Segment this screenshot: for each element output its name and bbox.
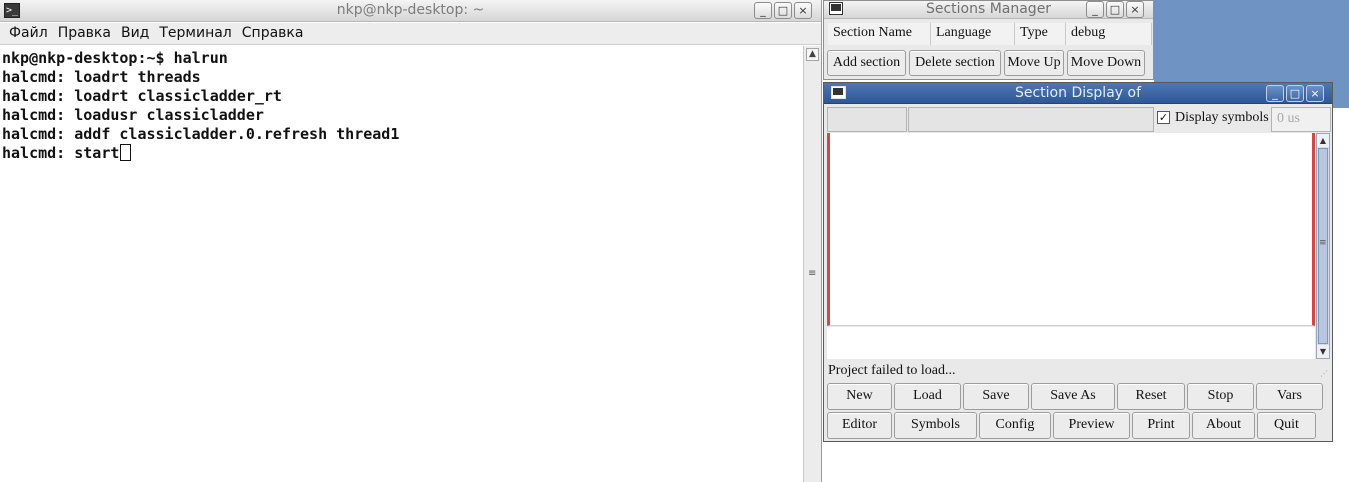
terminal-line-text: halcmd: start (2, 144, 120, 162)
maximize-button[interactable]: □ (1286, 85, 1304, 102)
reset-button[interactable]: Reset (1117, 383, 1185, 410)
new-button[interactable]: New (827, 383, 892, 410)
main-button-row-2: Editor Symbols Config Preview Print Abou… (827, 412, 1316, 439)
column-section-name[interactable]: Section Name (828, 23, 931, 45)
main-button-row-1: New Load Save Save As Reset Stop Vars (827, 383, 1323, 410)
ladder-scrollbar[interactable]: ▲ ≡ ▼ (1316, 133, 1330, 359)
terminal-scrollbar[interactable]: ▲ ≡ (803, 46, 821, 482)
editor-button[interactable]: Editor (827, 412, 892, 439)
print-button[interactable]: Print (1132, 412, 1190, 439)
terminal-line: halcmd: addf classicladder.0.refresh thr… (2, 125, 400, 143)
terminal-line: halcmd: loadrt threads (2, 68, 201, 86)
delete-section-button[interactable]: Delete section (909, 50, 1001, 76)
display-symbols-label: Display symbols (1175, 110, 1269, 125)
terminal-window: >_ nkp@nkp-desktop: ~ _ □ × Файл Правка … (0, 0, 822, 482)
add-section-button[interactable]: Add section (827, 50, 906, 76)
section-selector[interactable] (827, 107, 907, 132)
scroll-grip-icon: ≡ (1319, 238, 1327, 248)
minimize-button[interactable]: _ (1266, 85, 1284, 102)
terminal-title: nkp@nkp-desktop: ~ (336, 2, 485, 18)
menu-edit[interactable]: Правка (53, 23, 116, 44)
section-display-window: Section Display of _ □ × ✓ Display symbo… (823, 82, 1333, 442)
sections-table-header: Section Name Language Type debug (828, 23, 1152, 45)
section-display-title: Section Display of (1014, 85, 1141, 101)
scroll-grip-icon: ≡ (808, 268, 817, 279)
terminal-menubar: Файл Правка Вид Терминал Справка (0, 23, 821, 45)
scroll-up-arrow-icon[interactable]: ▲ (806, 48, 819, 61)
scroll-up-arrow-icon[interactable]: ▲ (1317, 134, 1329, 147)
menu-file[interactable]: Файл (4, 23, 53, 44)
close-button[interactable]: × (1306, 85, 1324, 102)
save-button[interactable]: Save (963, 383, 1029, 410)
column-language[interactable]: Language (931, 23, 1015, 45)
move-down-button[interactable]: Move Down (1067, 50, 1145, 76)
symbols-button[interactable]: Symbols (894, 412, 977, 439)
ladder-canvas-lower (827, 327, 1315, 359)
section-display-titlebar[interactable]: Section Display of _ □ × (824, 83, 1332, 104)
display-symbols-checkbox[interactable]: ✓ (1157, 111, 1170, 124)
move-up-button[interactable]: Move Up (1004, 50, 1064, 76)
scroll-down-arrow-icon[interactable]: ▼ (1317, 345, 1329, 358)
terminal-line: halcmd: loadrt classicladder_rt (2, 87, 282, 105)
maximize-button[interactable]: □ (1106, 1, 1124, 18)
scan-time-field: 0 us (1271, 107, 1331, 132)
resize-grip-icon[interactable]: ⋰ (1320, 369, 1328, 378)
minimize-button[interactable]: _ (1086, 1, 1104, 18)
minimize-button[interactable]: _ (754, 2, 772, 19)
menu-view[interactable]: Вид (116, 23, 154, 44)
save-as-button[interactable]: Save As (1031, 383, 1115, 410)
config-button[interactable]: Config (979, 412, 1051, 439)
terminal-line: nkp@nkp-desktop:~$ halrun (2, 49, 228, 67)
ladder-canvas[interactable] (827, 133, 1315, 326)
sections-manager-titlebar[interactable]: Sections Manager _ □ × (824, 1, 1153, 19)
quit-button[interactable]: Quit (1257, 412, 1316, 439)
load-button[interactable]: Load (894, 383, 961, 410)
status-message: Project failed to load... (828, 363, 956, 378)
about-button[interactable]: About (1192, 412, 1255, 439)
close-button[interactable]: × (794, 2, 812, 19)
menu-terminal[interactable]: Терминал (154, 23, 236, 44)
sections-manager-window: Sections Manager _ □ × Section Name Lang… (823, 0, 1154, 80)
text-cursor (120, 144, 132, 161)
section-display-toolbar: ✓ Display symbols 0 us (827, 107, 1331, 132)
sections-button-row: Add section Delete section Move Up Move … (827, 50, 1145, 76)
menu-help[interactable]: Справка (237, 23, 309, 44)
vars-button[interactable]: Vars (1256, 383, 1323, 410)
column-type[interactable]: Type (1015, 23, 1066, 45)
terminal-titlebar[interactable]: >_ nkp@nkp-desktop: ~ _ □ × (0, 0, 821, 22)
stop-button[interactable]: Stop (1187, 383, 1254, 410)
close-button[interactable]: × (1126, 1, 1144, 18)
preview-button[interactable]: Preview (1053, 412, 1130, 439)
terminal-prompt-line[interactable]: halcmd: start (2, 144, 804, 163)
maximize-button[interactable]: □ (774, 2, 792, 19)
column-debug[interactable]: debug (1066, 23, 1152, 45)
section-comment-field[interactable] (908, 107, 1154, 132)
terminal-line: halcmd: loadusr classicladder (2, 106, 264, 124)
terminal-output[interactable]: nkp@nkp-desktop:~$ halrun halcmd: loadrt… (0, 46, 804, 482)
